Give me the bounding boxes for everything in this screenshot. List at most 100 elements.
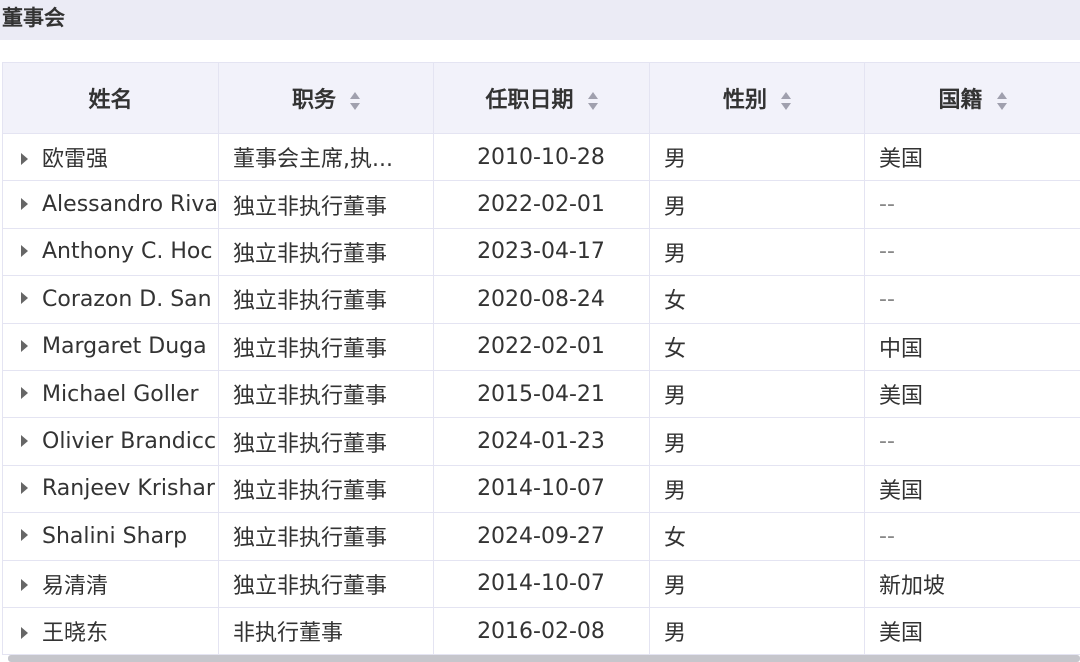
- cell-date: 2024-01-23: [433, 417, 650, 466]
- cell-nationality: --: [864, 512, 1080, 561]
- cell-position: 独立非执行董事: [218, 180, 434, 229]
- cell-gender: 男: [649, 559, 865, 608]
- cell-position: 独立非执行董事: [218, 275, 434, 324]
- column-header-label: 国籍: [938, 88, 983, 113]
- table-row[interactable]: Margaret Duga 独立非执行董事 2022-02-01 女中国: [2, 322, 1080, 371]
- cell-nationality: 美国: [864, 464, 1080, 514]
- cell-date: 2022-02-01: [433, 322, 650, 371]
- cell-name[interactable]: Margaret Duga: [2, 322, 219, 371]
- column-header-name: 姓名: [2, 62, 219, 134]
- cell-position: 非执行董事: [218, 606, 434, 656]
- cell-position: 独立非执行董事: [218, 369, 434, 419]
- column-header-position[interactable]: 职务: [218, 62, 434, 134]
- expand-caret-icon[interactable]: [21, 529, 28, 542]
- cell-gender: 女: [649, 275, 865, 324]
- table-row[interactable]: Alessandro Riva 独立非执行董事 2022-02-01 男 --: [2, 180, 1080, 229]
- sort-icon[interactable]: [587, 90, 598, 112]
- cell-date: 2020-08-24: [433, 275, 650, 324]
- column-header-nationality[interactable]: 国籍: [864, 62, 1080, 134]
- cell-date: 2024-09-27: [433, 512, 650, 561]
- expand-caret-icon[interactable]: [21, 152, 28, 165]
- cell-date: 2015-04-21: [433, 369, 650, 419]
- cell-date: 2022-02-01: [433, 180, 650, 229]
- expand-caret-icon[interactable]: [21, 339, 28, 352]
- cell-position: 独立非执行董事: [218, 512, 434, 561]
- cell-name[interactable]: Olivier Brandicc: [2, 417, 219, 466]
- cell-name-text: Michael Goller: [42, 381, 199, 407]
- table-row[interactable]: Michael Goller 独立非执行董事 2015-04-21 男美国: [2, 369, 1080, 419]
- cell-name-text: Margaret Duga: [42, 334, 207, 360]
- board-table: 姓名 职务 任职日期 性别 国籍 欧雷强 董事会主席,执... 2010-10-28…: [2, 62, 1080, 656]
- cell-name-text: 王晓东: [42, 621, 109, 647]
- cell-gender: 女: [649, 322, 865, 371]
- cell-name-text: Shalini Sharp: [42, 523, 188, 549]
- expand-caret-icon[interactable]: [21, 481, 28, 494]
- expand-caret-icon[interactable]: [21, 579, 28, 592]
- cell-nationality: 美国: [864, 606, 1080, 656]
- expand-caret-icon[interactable]: [21, 244, 28, 257]
- cell-nationality: 美国: [864, 132, 1080, 182]
- table-row[interactable]: 易清清 独立非执行董事 2014-10-07 男新加坡: [2, 559, 1080, 608]
- expand-caret-icon[interactable]: [21, 197, 28, 210]
- cell-name-text: Ranjeev Krishar: [42, 476, 215, 502]
- cell-gender: 男: [649, 464, 865, 514]
- cell-name-text: 欧雷强: [42, 147, 109, 173]
- cell-name[interactable]: Alessandro Riva: [2, 180, 219, 229]
- table-row[interactable]: 欧雷强 董事会主席,执... 2010-10-28 男美国: [2, 132, 1080, 182]
- horizontal-scrollbar[interactable]: [8, 655, 1080, 662]
- cell-nationality: 中国: [864, 322, 1080, 371]
- cell-name[interactable]: 易清清: [2, 559, 219, 608]
- cell-gender: 男: [649, 606, 865, 656]
- cell-gender: 男: [649, 132, 865, 182]
- cell-name-text: Alessandro Riva: [42, 192, 218, 218]
- cell-position: 独立非执行董事: [218, 227, 434, 277]
- cell-position: 独立非执行董事: [218, 322, 434, 371]
- cell-gender: 男: [649, 180, 865, 229]
- cell-name[interactable]: Anthony C. Hoc: [2, 227, 219, 277]
- cell-date: 2016-02-08: [433, 606, 650, 656]
- cell-position: 独立非执行董事: [218, 417, 434, 466]
- column-header-date[interactable]: 任职日期: [433, 62, 650, 134]
- column-header-gender[interactable]: 性别: [649, 62, 865, 134]
- cell-nationality: 美国: [864, 369, 1080, 419]
- cell-date: 2023-04-17: [433, 227, 650, 277]
- cell-date: 2014-10-07: [433, 464, 650, 514]
- table-row[interactable]: Ranjeev Krishar 独立非执行董事 2014-10-07 男美国: [2, 464, 1080, 514]
- cell-nationality: --: [864, 180, 1080, 229]
- expand-caret-icon[interactable]: [21, 434, 28, 447]
- cell-name[interactable]: Corazon D. San: [2, 275, 219, 324]
- cell-nationality: 新加坡: [864, 559, 1080, 608]
- cell-name-text: Olivier Brandicc: [42, 429, 217, 455]
- cell-position: 独立非执行董事: [218, 464, 434, 514]
- sort-icon[interactable]: [996, 90, 1007, 112]
- table-row[interactable]: Shalini Sharp 独立非执行董事 2024-09-27 女 --: [2, 512, 1080, 561]
- table-row[interactable]: Corazon D. San 独立非执行董事 2020-08-24 女 --: [2, 275, 1080, 324]
- table-header-row: 姓名 职务 任职日期 性别 国籍: [2, 62, 1080, 134]
- column-header-label: 性别: [722, 88, 767, 113]
- cell-date: 2014-10-07: [433, 559, 650, 608]
- expand-caret-icon[interactable]: [21, 387, 28, 400]
- cell-nationality: --: [864, 417, 1080, 466]
- expand-caret-icon[interactable]: [21, 292, 28, 305]
- sort-icon[interactable]: [781, 90, 791, 112]
- table-row[interactable]: Anthony C. Hoc 独立非执行董事 2023-04-17 男 --: [2, 227, 1080, 277]
- table-row[interactable]: Olivier Brandicc 独立非执行董事 2024-01-23 男 --: [2, 417, 1080, 466]
- cell-name[interactable]: 欧雷强: [2, 132, 219, 182]
- cell-name-text: Anthony C. Hoc: [42, 239, 213, 265]
- table-row[interactable]: 王晓东 非执行董事 2016-02-08 男美国: [2, 606, 1080, 656]
- cell-nationality: --: [864, 275, 1080, 324]
- cell-gender: 男: [649, 227, 865, 277]
- cell-position: 董事会主席,执...: [218, 132, 434, 182]
- cell-name[interactable]: Shalini Sharp: [2, 512, 219, 561]
- sort-icon[interactable]: [350, 90, 360, 112]
- cell-gender: 男: [649, 417, 865, 466]
- cell-name-text: 易清清: [42, 573, 109, 599]
- expand-caret-icon[interactable]: [21, 626, 28, 639]
- cell-name[interactable]: Michael Goller: [2, 369, 219, 419]
- cell-position: 独立非执行董事: [218, 559, 434, 608]
- cell-name[interactable]: 王晓东: [2, 606, 219, 656]
- column-header-label: 姓名: [88, 88, 133, 113]
- column-header-label: 职务: [291, 88, 336, 113]
- cell-name[interactable]: Ranjeev Krishar: [2, 464, 219, 514]
- section-title: 董事会: [0, 0, 1080, 40]
